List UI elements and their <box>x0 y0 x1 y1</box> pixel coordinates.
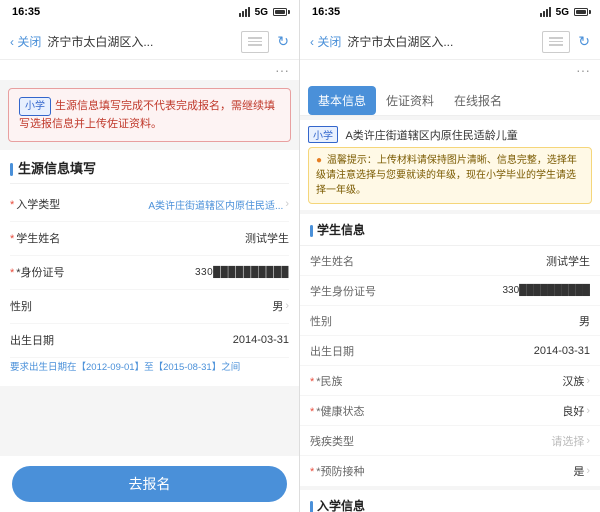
r-value-ethnicity: 汉族 <box>390 373 584 389</box>
right-dots-menu[interactable]: ··· <box>300 60 600 80</box>
value-dob: 2014-03-31 <box>80 334 289 346</box>
chevron-vaccine: › <box>586 465 590 477</box>
left-status-bar: 16:35 5G <box>0 0 299 24</box>
r-row-ethnicity[interactable]: *民族 汉族 › <box>300 366 600 396</box>
value-id-number: 330██████████ <box>80 267 289 278</box>
refresh-icon[interactable]: ↻ <box>277 33 289 50</box>
r-row-gender: 性别 男 <box>300 306 600 336</box>
tab-evidence[interactable]: 佐证资料 <box>376 86 444 115</box>
left-section-title: 生源信息填写 <box>10 150 289 184</box>
right-status-icons: 5G <box>540 7 588 18</box>
form-row-student-name[interactable]: 学生姓名 测试学生 <box>10 222 289 256</box>
signal-icon <box>239 7 250 17</box>
right-status-bar: 16:35 5G <box>300 0 600 24</box>
right-student-section-title: 学生信息 <box>300 214 600 246</box>
chevron-ethnicity: › <box>586 375 590 387</box>
right-nav-title: 济宁市太白湖区入... <box>347 33 536 50</box>
right-battery-icon <box>574 8 588 16</box>
right-enroll-section-title: 入学信息 <box>300 490 600 512</box>
r-label-dob: 出生日期 <box>310 343 390 359</box>
label-dob: 出生日期 <box>10 332 80 348</box>
network-type: 5G <box>255 7 268 18</box>
right-nav-bar: ‹ 关闭 济宁市太白湖区入... ↻ <box>300 24 600 60</box>
left-back-button[interactable]: ‹ 关闭 <box>10 33 41 50</box>
r-row-dob: 出生日期 2014-03-31 <box>300 336 600 366</box>
r-value-health: 良好 <box>390 403 584 419</box>
left-time: 16:35 <box>12 6 40 18</box>
left-scroll: 小学生源信息填写完成不代表完成报名，需继续填写选报信息并上传佐证资料。 生源信息… <box>0 80 299 456</box>
label-id-number: *身份证号 <box>10 264 80 280</box>
left-dots-menu[interactable]: ··· <box>0 60 299 80</box>
r-row-name: 学生姓名 测试学生 <box>300 246 600 276</box>
tabs-bar: 基本信息 佐证资料 在线报名 <box>300 80 600 116</box>
r-value-disability: 请选择 <box>390 433 584 449</box>
r-label-name: 学生姓名 <box>310 253 390 269</box>
tab-online-register[interactable]: 在线报名 <box>444 86 512 115</box>
chevron-enrollment-type: › <box>285 198 289 210</box>
value-enrollment-type: A类许庄街道辖区内原住民适... <box>80 197 283 212</box>
left-status-icons: 5G <box>239 7 287 18</box>
tab-basic-info[interactable]: 基本信息 <box>308 86 376 115</box>
right-network-type: 5G <box>556 7 569 18</box>
form-row-id-number[interactable]: *身份证号 330██████████ <box>10 256 289 290</box>
right-enroll-section: 入学信息 <box>300 490 600 512</box>
r-value-name: 测试学生 <box>390 253 590 269</box>
left-nav-actions: ↻ <box>241 31 289 53</box>
r-label-id: 学生身份证号 <box>310 283 390 299</box>
label-enrollment-type: 入学类型 <box>10 196 80 212</box>
right-time: 16:35 <box>312 6 340 18</box>
right-back-button[interactable]: ‹ 关闭 <box>310 33 341 50</box>
form-row-enrollment-type[interactable]: 入学类型 A类许庄街道辖区内原住民适... › <box>10 188 289 222</box>
right-warning-text: ● 温馨提示：上传材料请保持图片清晰、信息完整，选择年级请注意选择与您要就读的年… <box>308 147 592 204</box>
left-nav-bar: ‹ 关闭 济宁市太白湖区入... ↻ <box>0 24 299 60</box>
r-row-health[interactable]: *健康状态 良好 › <box>300 396 600 426</box>
r-row-disability[interactable]: 残疾类型 请选择 › <box>300 426 600 456</box>
value-gender: 男 <box>80 298 283 314</box>
r-label-ethnicity: *民族 <box>310 373 390 389</box>
right-warning-box: 小学 A类许庄街道辖区内原住民适龄儿童 ● 温馨提示：上传材料请保持图片清晰、信… <box>300 120 600 210</box>
value-student-name: 测试学生 <box>80 230 289 246</box>
left-form-section: 生源信息填写 入学类型 A类许庄街道辖区内原住民适... › 学生姓名 测试学生… <box>0 150 299 386</box>
form-row-dob[interactable]: 出生日期 2014-03-31 <box>10 324 289 358</box>
document-icon[interactable] <box>241 31 269 53</box>
label-student-name: 学生姓名 <box>10 230 80 246</box>
r-value-dob: 2014-03-31 <box>390 345 590 357</box>
left-nav-title: 济宁市太白湖区入... <box>47 33 235 50</box>
r-label-disability: 残疾类型 <box>310 433 390 449</box>
chevron-health: › <box>586 405 590 417</box>
chevron-disability: › <box>586 435 590 447</box>
r-value-gender: 男 <box>390 313 590 329</box>
right-panel: 16:35 5G ‹ 关闭 济宁市太白湖区入... ↻ ··· 基本信息 <box>300 0 600 512</box>
battery-icon <box>273 8 287 16</box>
left-bottom-bar: 去报名 <box>0 456 299 512</box>
register-button[interactable]: 去报名 <box>12 466 287 502</box>
right-nav-actions: ↻ <box>542 31 590 53</box>
form-row-gender[interactable]: 性别 男 › <box>10 290 289 324</box>
chevron-gender: › <box>285 300 289 312</box>
r-value-id: 330██████████ <box>390 285 590 296</box>
right-refresh-icon[interactable]: ↻ <box>578 33 590 50</box>
right-scroll: 小学 A类许庄街道辖区内原住民适龄儿童 ● 温馨提示：上传材料请保持图片清晰、信… <box>300 116 600 512</box>
right-signal-icon <box>540 7 551 17</box>
left-panel: 16:35 5G ‹ 关闭 济宁市太白湖区入... ↻ ··· <box>0 0 300 512</box>
r-row-id: 学生身份证号 330██████████ <box>300 276 600 306</box>
right-document-icon[interactable] <box>542 31 570 53</box>
dob-hint: 要求出生日期在【2012-09-01】至【2015-08-31】之间 <box>10 358 289 378</box>
label-gender: 性别 <box>10 298 80 314</box>
right-school-type: A类许庄街道辖区内原住民适龄儿童 <box>345 130 517 142</box>
left-alert: 小学生源信息填写完成不代表完成报名，需继续填写选报信息并上传佐证资料。 <box>8 88 291 142</box>
r-label-health: *健康状态 <box>310 403 390 419</box>
right-student-section: 学生信息 学生姓名 测试学生 学生身份证号 330██████████ 性别 男… <box>300 214 600 486</box>
r-label-vaccine: *预防接种 <box>310 463 390 479</box>
school-badge: 小学 <box>19 97 51 116</box>
r-row-vaccine[interactable]: *预防接种 是 › <box>300 456 600 486</box>
r-label-gender: 性别 <box>310 313 390 329</box>
r-value-vaccine: 是 <box>390 463 584 479</box>
right-school-badge: 小学 <box>308 126 338 143</box>
alert-text: 生源信息填写完成不代表完成报名，需继续填写选报信息并上传佐证资料。 <box>19 100 275 130</box>
